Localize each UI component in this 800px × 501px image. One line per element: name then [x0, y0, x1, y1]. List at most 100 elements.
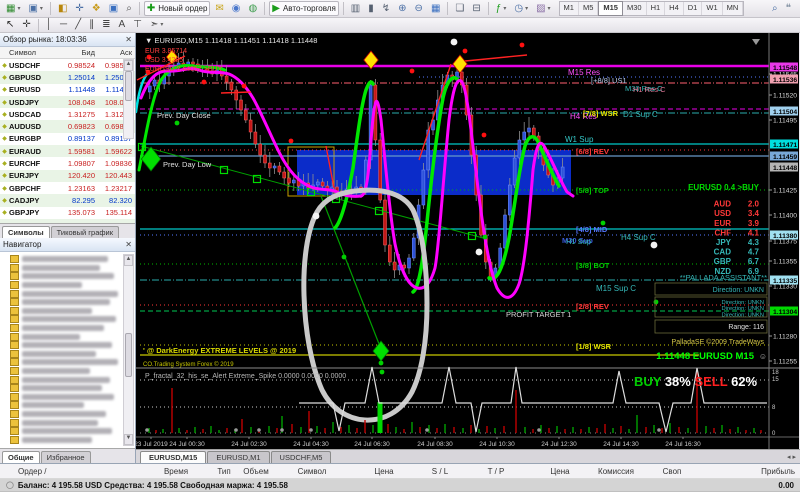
search-button[interactable]: ⌕ [769, 1, 781, 16]
navigator-item[interactable] [10, 418, 119, 427]
terminal-column-s-l[interactable]: S / L [432, 467, 448, 476]
timeframe-m5[interactable]: M5 [579, 2, 599, 15]
navigator-item[interactable] [10, 401, 119, 410]
strategy-tester-button[interactable]: ⌕ [123, 1, 135, 16]
tab-символы[interactable]: Символы [2, 226, 50, 238]
terminal-column-ордер-[interactable]: Ордер / [18, 467, 47, 476]
navigator-item[interactable] [10, 358, 119, 367]
navigator-button[interactable]: ❖ [89, 1, 104, 16]
periods-button[interactable]: ◷ ▾ [511, 1, 531, 16]
cascade-windows-button[interactable]: ❏ [452, 1, 467, 16]
navigator-item[interactable] [10, 255, 119, 264]
navigator-item[interactable] [10, 392, 119, 402]
column-ask[interactable]: Аск [98, 48, 135, 57]
market-watch-row[interactable]: ◆ GBPUSD 1.25014 1.25034 [0, 71, 135, 84]
navigator-item[interactable] [10, 384, 119, 393]
terminal-column-комиссия[interactable]: Комиссия [598, 467, 634, 476]
templates-button[interactable]: ▨ ▾ [533, 1, 553, 16]
market-watch-scrollbar[interactable]: ▲ [123, 59, 134, 139]
navigator-item[interactable] [10, 341, 119, 350]
terminal-column-время[interactable]: Время [164, 467, 188, 476]
timeframe-m30[interactable]: M30 [623, 2, 647, 15]
fibonacci-tool[interactable]: ≣ [99, 18, 113, 33]
navigator-item[interactable] [10, 306, 119, 316]
label-tool[interactable]: ⊤ [130, 18, 145, 33]
scroll-up-icon[interactable]: ▲ [124, 60, 133, 71]
market-watch-row[interactable]: ◆ EURJPY 120.420 120.443 [0, 169, 135, 182]
tile-windows-button[interactable]: ▦ [428, 1, 443, 16]
close-icon[interactable]: ✕ [125, 35, 132, 44]
bars-button[interactable]: ▥ [348, 1, 363, 16]
timeframe-w1[interactable]: W1 [702, 2, 723, 15]
column-symbol[interactable]: Символ [9, 48, 61, 57]
close-icon[interactable]: ✕ [125, 240, 132, 249]
tab-избранное[interactable]: Избранное [40, 451, 91, 463]
market-watch-row[interactable]: ◆ USDCAD 1.31275 1.31299 [0, 108, 135, 120]
market-watch-row[interactable]: ◆ EURGBP 0.89137 0.89157 [0, 133, 135, 145]
navigator-item[interactable] [10, 367, 119, 376]
navigator-item[interactable] [10, 281, 119, 290]
market-watch-button[interactable]: ◧ [55, 1, 70, 16]
hline-tool[interactable]: ─ [57, 18, 70, 33]
terminal-column-объем[interactable]: Объем [243, 467, 269, 476]
navigator-scrollbar[interactable]: ▲ ▼ [123, 254, 134, 446]
indicators-button[interactable]: ƒ ▾ [493, 1, 510, 16]
sounds-button[interactable]: ◍ [246, 1, 261, 16]
market-watch-row[interactable]: ◆ CADJPY 82.295 82.320 [0, 194, 135, 207]
timeframe-h4[interactable]: H4 [665, 2, 684, 15]
terminal-column-своп[interactable]: Своп [663, 467, 682, 476]
zoom-out-button[interactable]: ⊖ [412, 1, 426, 16]
market-watch-row[interactable]: ◆ GBPCHF 1.23163 1.23217 [0, 182, 135, 194]
new-order-button[interactable]: ✚ Новый ордер [143, 1, 211, 16]
vline-tool[interactable]: │ [43, 18, 55, 33]
new-chart-button[interactable]: ▦ ▾ [3, 1, 23, 16]
navigator-item[interactable] [10, 375, 119, 384]
chart-tab-eurusd-m1[interactable]: EURUSD,M1 [207, 451, 270, 463]
navigator-item[interactable] [10, 289, 119, 298]
scroll-up-icon[interactable]: ▲ [124, 255, 133, 266]
market-watch-row[interactable]: ◆ GBPJPY 135.073 135.114 [0, 207, 135, 219]
market-watch-row[interactable]: ◆AUDNZD1.039741.04018 [0, 218, 135, 223]
scroll-thumb[interactable] [125, 333, 132, 377]
tab-pager-arrows[interactable]: ◂ ▸ [787, 453, 796, 461]
market-watch-row[interactable]: ◆ AUDUSD 0.69823 0.69841 [0, 120, 135, 133]
terminal-balance-row[interactable]: ◯ Баланс: 4 195.58 USD Средства: 4 195.5… [0, 479, 800, 492]
navigator-item[interactable] [10, 427, 119, 436]
timeframe-mn[interactable]: MN [723, 2, 744, 15]
navigator-item[interactable] [10, 324, 119, 333]
market-watch-row[interactable]: ◆ USDCHF 0.98524 0.98545 [0, 59, 135, 71]
chart-tab-eurusd-m15[interactable]: EURUSD,M15 [140, 451, 207, 463]
timeframe-h1[interactable]: H1 [647, 2, 666, 15]
navigator-item[interactable] [10, 272, 119, 281]
cursor-tool[interactable]: ↖ [3, 18, 17, 33]
arrange-windows-button[interactable]: ⊟ [469, 1, 483, 16]
trendline-tool[interactable]: ╱ [72, 18, 84, 33]
navigator-item[interactable] [10, 349, 119, 359]
crosshair-tool[interactable]: ✛ [19, 18, 33, 33]
price-chart[interactable]: 23 Jul 2019 24 Jul 00:30 24 Jul 02:30 24 Ju… [136, 33, 799, 449]
text-tool[interactable]: A [116, 18, 129, 33]
autotrading-button[interactable]: ▶ Авто-торговля [269, 1, 339, 16]
terminal-column-тип[interactable]: Тип [217, 467, 230, 476]
terminal-column-прибыль[interactable]: Прибыль [761, 467, 795, 476]
package-icon-button[interactable]: ✉ [212, 1, 226, 16]
scroll-thumb[interactable] [125, 71, 132, 101]
zoom-in-button[interactable]: ⊕ [395, 1, 409, 16]
column-bid[interactable]: Бид [61, 48, 98, 57]
market-watch-row[interactable]: ◆ USDJPY 108.048 108.062 [0, 95, 135, 109]
terminal-column-цена[interactable]: Цена [374, 467, 393, 476]
candles-button[interactable]: ▮ [365, 1, 377, 16]
community-button[interactable]: ◉ [229, 1, 244, 16]
tab-общие[interactable]: Общие [2, 451, 40, 463]
market-watch-row[interactable]: ◆ EURCHF 1.09807 1.09836 [0, 157, 135, 169]
navigator-item[interactable] [10, 263, 119, 273]
timeframe-m15[interactable]: M15 [598, 1, 623, 16]
timeframe-d1[interactable]: D1 [684, 2, 703, 15]
line-chart-button[interactable]: ↯ [379, 1, 393, 16]
market-watch-row[interactable]: ◆ EURUSD 1.11448 1.11459 [0, 84, 135, 96]
terminal-button[interactable]: ▣ [106, 1, 121, 16]
profiles-button[interactable]: ▣ ▾ [25, 1, 45, 16]
chat-button[interactable]: ❝ [783, 1, 794, 16]
navigator-item[interactable] [10, 315, 119, 324]
data-window-button[interactable]: ✛ [72, 1, 86, 16]
